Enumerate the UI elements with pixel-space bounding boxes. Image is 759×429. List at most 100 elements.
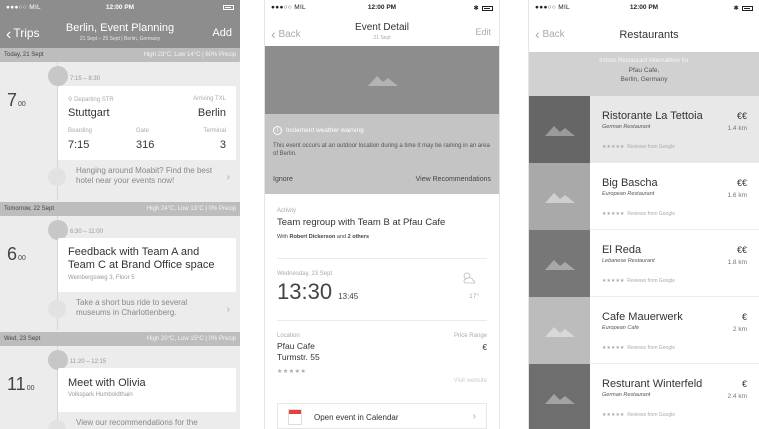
open-calendar-button[interactable]: Open event in Calendar › bbox=[277, 403, 487, 429]
back-button[interactable]: ‹ Trips bbox=[6, 26, 40, 44]
event-title: Feedback with Team A and Team C at Brand… bbox=[68, 246, 215, 271]
status-time: 12:00 PM bbox=[629, 4, 659, 11]
activity-label: Activity bbox=[277, 208, 297, 214]
battery-icon: ✱ bbox=[734, 4, 753, 12]
chevron-right-icon: › bbox=[226, 304, 230, 315]
gate-number: 316 bbox=[136, 139, 155, 151]
boarding-time: 7:15 bbox=[68, 139, 90, 151]
terminal-number: 3 bbox=[219, 139, 226, 151]
flight-destination: Berlin bbox=[197, 107, 226, 119]
visit-website-link[interactable]: Visit website bbox=[454, 378, 487, 384]
status-time: 12:00 PM bbox=[105, 4, 135, 11]
event-address: Weinbergsweg 3, Floor 5 bbox=[68, 275, 135, 281]
restaurant-row[interactable]: Resturant Winterfeld German Restaurant €… bbox=[529, 364, 759, 429]
suggestion-row[interactable]: Hanging around Moabit? Find the best hot… bbox=[48, 166, 236, 192]
info-city: Berlin, Germany bbox=[620, 76, 668, 83]
back-button[interactable]: ‹ Back bbox=[535, 26, 565, 42]
location-pin-icon: ⚲ bbox=[68, 97, 73, 103]
flight-card[interactable]: ⚲ Departing STR Arriving TXL Stuttgart B… bbox=[58, 86, 236, 160]
restaurant-thumbnail bbox=[529, 96, 590, 163]
arrive-label: Arriving TXL bbox=[193, 96, 226, 102]
restaurant-distance: 2.4 km bbox=[727, 393, 747, 400]
restaurant-type: European Cafe bbox=[602, 325, 639, 331]
status-bar: ●●●○○ MIL 12:00 PM ✱ bbox=[265, 0, 499, 14]
event-address: Volkspark Humboldthain bbox=[68, 392, 133, 398]
activity-title: Team regroup with Team B at Pfau Cafe bbox=[277, 217, 446, 228]
suggestion-row[interactable]: View our recommendations for the bbox=[48, 418, 236, 429]
chevron-right-icon: › bbox=[472, 411, 476, 422]
rating-stars: ★★★★★ bbox=[277, 369, 307, 375]
restaurants-screen: ●●●○○ MIL 12:00 PM ✱ ‹ Back Restaurants … bbox=[528, 0, 759, 429]
restaurant-price: € bbox=[741, 312, 747, 322]
suggestion-dot bbox=[48, 420, 66, 429]
event-date: Wednesday, 23 Sept bbox=[277, 271, 333, 277]
info-place: Pfau Cafe, bbox=[628, 67, 660, 74]
restaurant-thumbnail bbox=[529, 230, 590, 297]
restaurant-name: Resturant Winterfeld bbox=[602, 378, 703, 390]
status-bar: ●●●○○ MIL 12:00 PM bbox=[0, 0, 240, 14]
restaurant-row[interactable]: Ristorante La Tettoia German Restaurant … bbox=[529, 96, 759, 163]
restaurant-distance: 1.8 km bbox=[727, 259, 747, 266]
event-hour: 600 bbox=[7, 244, 26, 264]
trip-timeline-screen: ●●●○○ MIL 12:00 PM ‹ Trips Berlin, Event … bbox=[0, 0, 240, 429]
suggestion-row[interactable]: Take a short bus ride to several museums… bbox=[48, 298, 236, 324]
restaurant-rating: ★★★★★ Reviews from Google bbox=[602, 345, 675, 351]
event-hour: 1100 bbox=[7, 374, 35, 394]
nav-bar: ‹ Back Restaurants bbox=[529, 14, 759, 46]
add-button[interactable]: Add bbox=[212, 27, 232, 39]
mountain-icon bbox=[545, 260, 575, 270]
info-heading: Indoor Restaurant Alternatives for bbox=[599, 58, 689, 64]
warning-title: Inclement weather warning bbox=[286, 127, 364, 134]
restaurant-price: €€ bbox=[736, 111, 747, 121]
page-subtitle: 21 Sept bbox=[373, 35, 391, 41]
restaurant-distance: 1.6 km bbox=[727, 192, 747, 199]
ignore-button[interactable]: Ignore bbox=[273, 176, 293, 183]
trip-subtitle: 21 Sept – 25 Sept | Berlin, Germany bbox=[79, 36, 161, 42]
event-dot bbox=[48, 66, 68, 86]
restaurant-thumbnail bbox=[529, 163, 590, 230]
status-bar: ●●●○○ MIL 12:00 PM ✱ bbox=[529, 0, 759, 14]
view-recommendations-button[interactable]: View Recommendations bbox=[416, 176, 491, 183]
day-header: Tomorrow, 22 Sept High 24°C, Low 13°C | … bbox=[0, 202, 240, 216]
location-name: Pfau Cafe bbox=[277, 341, 315, 351]
page-title: Restaurants bbox=[619, 29, 679, 41]
event-card[interactable]: Feedback with Team A and Team C at Brand… bbox=[58, 238, 236, 292]
restaurant-type: German Restaurant bbox=[602, 124, 651, 130]
restaurant-price: €€ bbox=[736, 178, 747, 188]
restaurant-rating: ★★★★★ Reviews from Google bbox=[602, 412, 675, 418]
warning-body: This event occurs at an outdoor location… bbox=[273, 143, 490, 157]
restaurant-row[interactable]: El Reda Lebanese Restaurant €€ 1.8 km ★★… bbox=[529, 230, 759, 297]
mountain-icon bbox=[368, 76, 398, 86]
price-range: € bbox=[482, 343, 487, 352]
battery-icon: ✱ bbox=[474, 4, 493, 12]
calendar-icon bbox=[288, 409, 302, 425]
nav-bar: ‹ Back Event Detail 21 Sept Edit bbox=[265, 14, 499, 46]
mountain-icon bbox=[545, 327, 575, 337]
restaurant-type: Lebanese Restaurant bbox=[602, 258, 655, 264]
suggestion-dot bbox=[48, 300, 66, 318]
event-time: 13:30 13:45 bbox=[277, 279, 359, 304]
event-card[interactable]: Meet with Olivia Volkspark Humboldthain bbox=[58, 368, 236, 412]
datetime-section: Wednesday, 23 Sept 13:30 13:45 17° bbox=[277, 258, 487, 320]
edit-button[interactable]: Edit bbox=[475, 27, 491, 37]
event-title: Meet with Olivia bbox=[68, 377, 146, 389]
suggestion-dot bbox=[48, 168, 66, 186]
restaurant-price: € bbox=[741, 379, 747, 389]
location-street: Turmstr. 55 bbox=[277, 352, 320, 362]
terminal-label: Terminal bbox=[203, 128, 226, 134]
mountain-icon bbox=[545, 394, 575, 404]
alternatives-info: Indoor Restaurant Alternatives for Pfau … bbox=[529, 52, 759, 96]
back-button[interactable]: ‹ Back bbox=[271, 26, 301, 42]
page-title: Event Detail bbox=[355, 22, 409, 33]
info-icon: ! bbox=[273, 126, 282, 135]
partly-cloudy-icon bbox=[463, 272, 475, 284]
status-time: 12:00 PM bbox=[367, 4, 397, 11]
restaurant-name: El Reda bbox=[602, 244, 642, 256]
restaurant-row[interactable]: Cafe Mauerwerk European Cafe € 2 km ★★★★… bbox=[529, 297, 759, 364]
restaurant-name: Ristorante La Tettoia bbox=[602, 110, 703, 122]
restaurant-distance: 1.4 km bbox=[727, 125, 747, 132]
event-dot bbox=[48, 220, 68, 240]
restaurant-row[interactable]: Big Bascha European Restaurant €€ 1.6 km… bbox=[529, 163, 759, 230]
chevron-right-icon: › bbox=[226, 172, 230, 183]
battery-icon bbox=[220, 4, 234, 11]
